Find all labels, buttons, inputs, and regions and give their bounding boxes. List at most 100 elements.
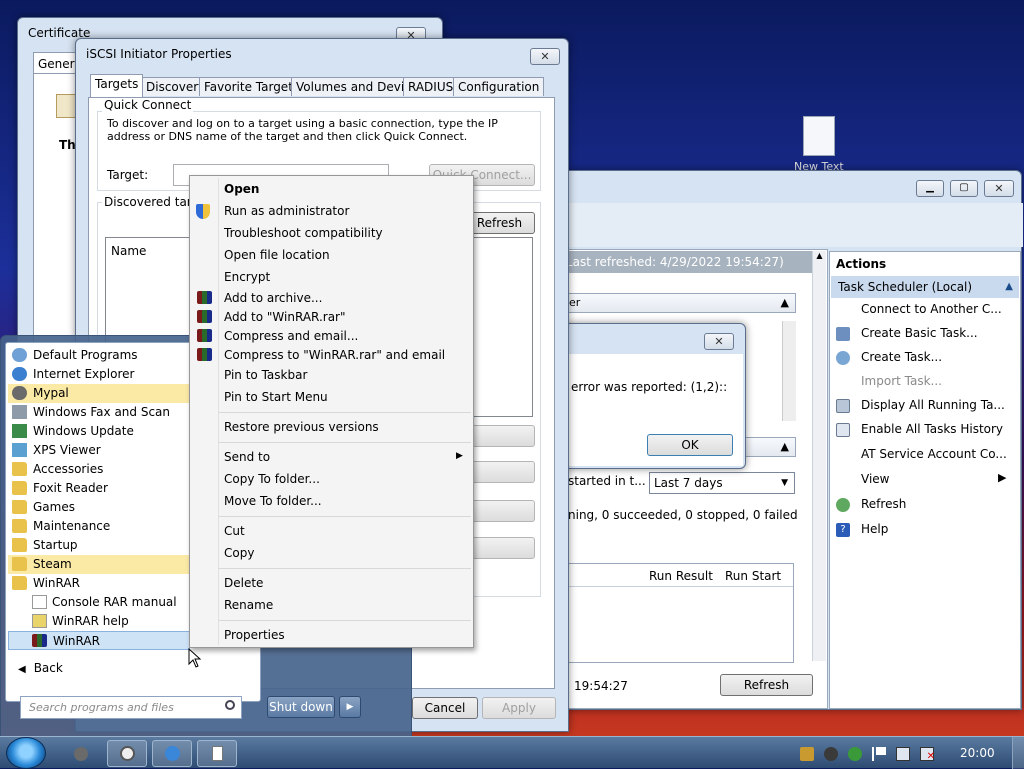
cm-run-as-admin[interactable]: Run as administrator [224,204,349,218]
tab-favorite-targets[interactable]: Favorite Targets [199,77,305,96]
right-scrollbar[interactable]: ▲ [812,251,826,661]
action-create-basic-task[interactable]: Create Basic Task... [861,326,978,340]
cm-send-to[interactable]: Send to [224,450,270,464]
sm-winrar-app[interactable]: WinRAR [8,631,190,650]
show-desktop-button[interactable] [1012,737,1024,769]
sm-internet-explorer[interactable]: Internet Explorer [8,365,190,384]
action-at-service[interactable]: AT Service Account Co... [861,447,1007,461]
minimize-button[interactable]: ▁ [916,180,944,197]
quick-connect-desc: To discover and log on to a target using… [107,117,498,143]
action-display-running[interactable]: Display All Running Ta... [861,398,1005,412]
section-header-1[interactable]: er ▲ [562,293,796,313]
tab-targets[interactable]: Targets [90,74,144,97]
taskbar-clock[interactable]: 20:00 [960,746,995,760]
action-connect[interactable]: Connect to Another C... [861,302,1002,316]
folder-icon [12,481,27,495]
name-column-header[interactable]: Name [111,244,146,258]
tab-configuration[interactable]: Configuration [453,77,545,96]
sm-steam[interactable]: Steam [8,555,190,574]
cm-copy[interactable]: Copy [224,546,254,560]
tray-mypal-icon[interactable] [800,747,814,761]
error-ok-button[interactable]: OK [647,434,733,456]
maximize-button[interactable]: ▢ [950,180,978,197]
taskbar-certificate[interactable] [197,740,237,767]
period-select[interactable]: Last 7 days ▼ [649,472,795,494]
folder-icon [12,538,27,552]
cm-properties[interactable]: Properties [224,628,285,642]
col-run-result[interactable]: Run Result [649,569,713,583]
cm-pin-taskbar[interactable]: Pin to Taskbar [224,368,307,382]
sm-windows-fax[interactable]: Windows Fax and Scan [8,403,190,422]
cm-pin-start-menu[interactable]: Pin to Start Menu [224,390,328,404]
document-icon [32,595,47,609]
tray-security-icon[interactable] [848,747,862,761]
start-orb-icon[interactable] [6,737,46,769]
actions-header[interactable]: Task Scheduler (Local) ▲ [831,276,1019,298]
sm-startup[interactable]: Startup [8,536,190,555]
action-import-task[interactable]: Import Task... [861,374,942,388]
cancel-button[interactable]: Cancel [412,697,478,719]
target-label: Target: [107,168,149,182]
xps-viewer-icon [12,443,27,457]
cm-open-file-location[interactable]: Open file location [224,248,330,262]
back-link[interactable]: ◀ Back [18,661,63,675]
error-close-button[interactable]: ✕ [704,333,734,350]
cm-compress-email[interactable]: Compress and email... [224,329,358,343]
cm-rename[interactable]: Rename [224,598,273,612]
tray-flag-icon[interactable] [872,747,886,761]
cm-delete[interactable]: Delete [224,576,263,590]
action-refresh[interactable]: Refresh [861,497,906,511]
cm-compress-to-rar-email[interactable]: Compress to "WinRAR.rar" and email [224,348,445,362]
sm-maintenance[interactable]: Maintenance [8,517,190,536]
sm-winrar-folder[interactable]: WinRAR [8,574,190,593]
cm-add-to-winrar-rar[interactable]: Add to "WinRAR.rar" [224,310,346,324]
taskbar-iscsi[interactable] [152,740,192,767]
col-run-start[interactable]: Run Start [725,569,781,583]
start-search-input[interactable]: Search programs and files [20,696,242,719]
refresh-icon [836,498,850,512]
action-enable-history[interactable]: Enable All Tasks History [861,422,1003,436]
action-create-task[interactable]: Create Task... [861,350,942,364]
sm-default-programs[interactable]: Default Programs [8,346,190,365]
tray-volume-muted-icon[interactable]: ✕ [920,747,935,762]
sm-xps-viewer[interactable]: XPS Viewer [8,441,190,460]
windows-update-icon [12,424,27,438]
task-refresh-button[interactable]: Refresh [720,674,813,696]
shutdown-options-button[interactable]: ▶ [339,696,361,718]
action-view[interactable]: View [861,472,889,486]
error-dialog[interactable]: ✕ error was reported: (1,2):: OK [540,323,746,469]
action-help[interactable]: Help [861,522,888,536]
tray-network-icon[interactable] [896,747,910,761]
cm-troubleshoot[interactable]: Troubleshoot compatibility [224,226,383,240]
iscsi-close-button[interactable]: ✕ [530,48,560,65]
cm-encrypt[interactable]: Encrypt [224,270,270,284]
cm-separator [219,620,471,621]
summary-scrollbar[interactable] [782,321,796,421]
apply-button[interactable]: Apply [482,697,556,719]
cm-move-to-folder[interactable]: Move To folder... [224,494,322,508]
cm-add-to-archive[interactable]: Add to archive... [224,291,322,305]
taskbar-scheduler[interactable] [107,740,147,767]
actions-title: Actions [836,257,887,271]
tab-radius[interactable]: RADIUS [403,77,459,96]
sm-console-rar-manual[interactable]: Console RAR manual [8,593,190,612]
shutdown-button[interactable]: Shut down [267,696,335,718]
shield-icon [196,204,210,219]
cm-cut[interactable]: Cut [224,524,245,538]
cm-copy-to-folder[interactable]: Copy To folder... [224,472,320,486]
task-scheduler-close-button[interactable]: ✕ [984,180,1014,197]
sm-accessories[interactable]: Accessories [8,460,190,479]
sm-foxit-reader[interactable]: Foxit Reader [8,479,190,498]
desktop-file-icon[interactable] [803,116,835,156]
taskbar-mypal[interactable] [62,740,98,767]
cm-open[interactable]: Open [224,182,259,196]
cm-separator [219,442,471,443]
actions-pane [829,251,1021,709]
sm-windows-update[interactable]: Windows Update [8,422,190,441]
sm-mypal[interactable]: Mypal [8,384,190,403]
cm-restore-versions[interactable]: Restore previous versions [224,420,379,434]
tray-steam-icon[interactable] [824,747,838,761]
sm-games[interactable]: Games [8,498,190,517]
sm-winrar-help[interactable]: WinRAR help [8,612,190,631]
fax-icon [12,405,27,419]
